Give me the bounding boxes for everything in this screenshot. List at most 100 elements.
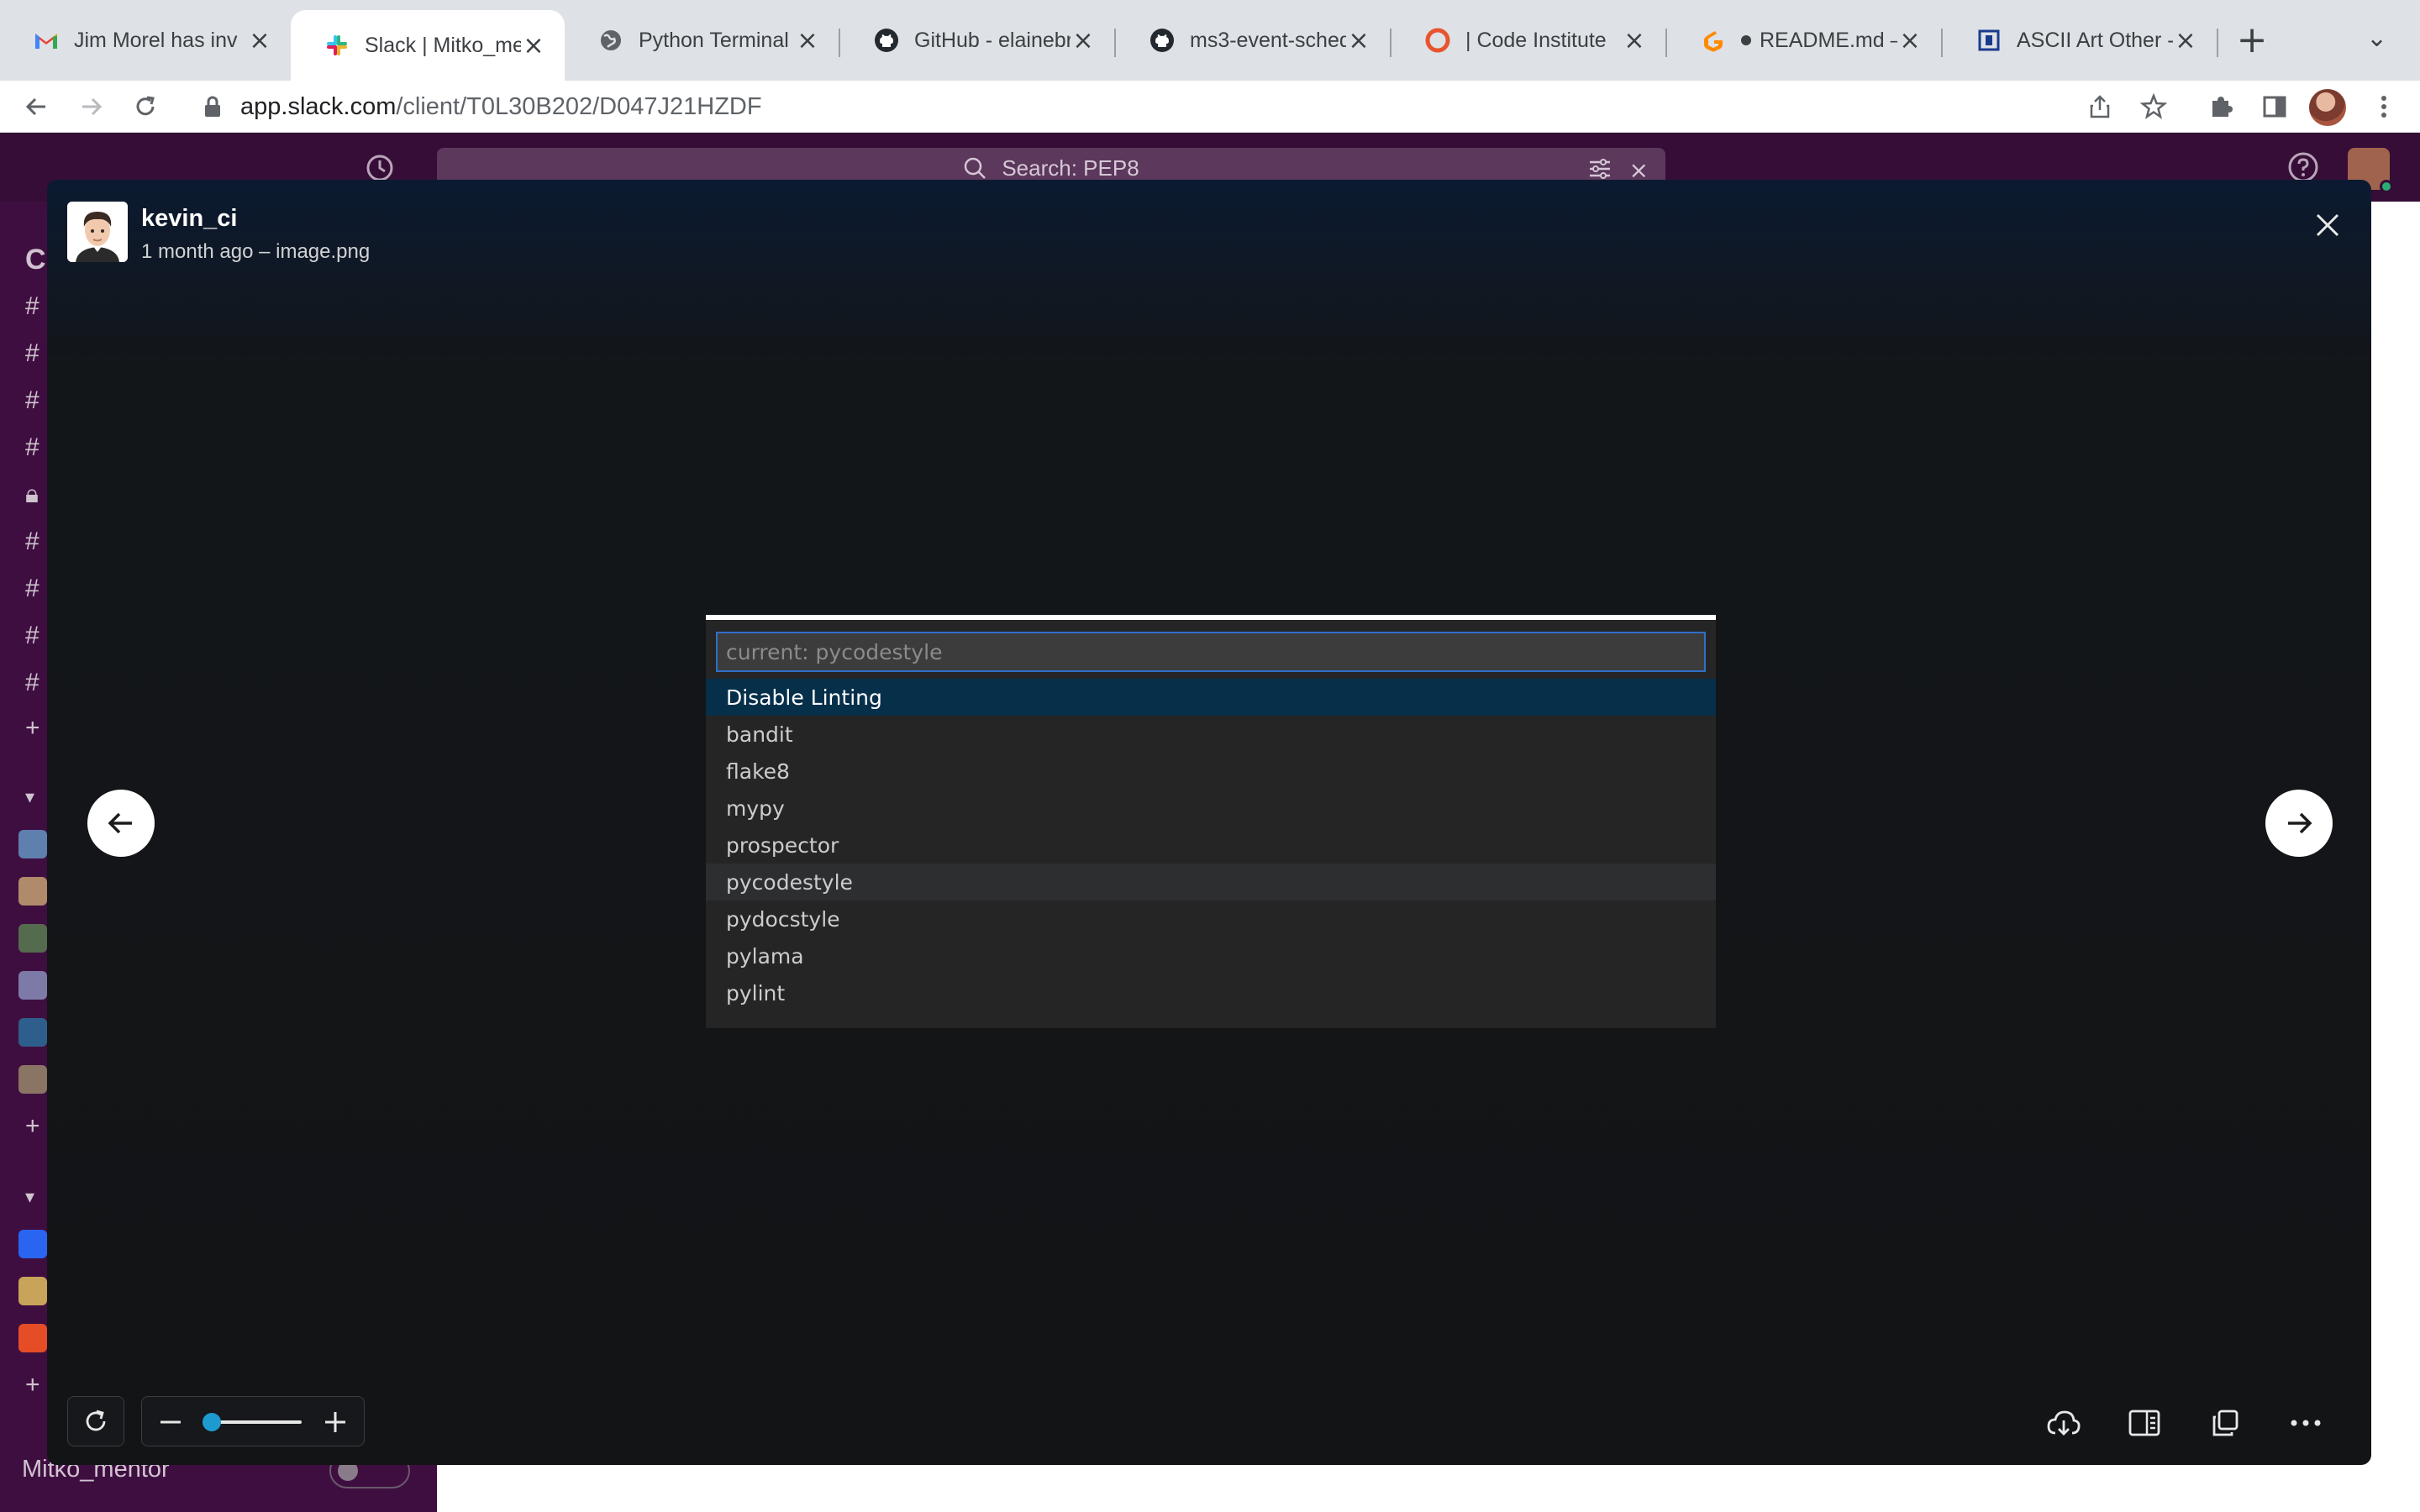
close-icon[interactable]: × [247,26,272,55]
app-avatar[interactable] [18,1324,47,1352]
collapse-caret-icon[interactable]: ▾ [25,1186,34,1208]
bookmark-button[interactable] [2134,87,2173,126]
list-item: prospector [726,832,839,858]
close-icon[interactable]: × [1071,26,1096,55]
tab-title: ASCII Art Other - [2017,28,2173,52]
ascii-site-icon [1976,28,2002,53]
puzzle-icon [2212,97,2233,117]
dm-avatar[interactable] [18,830,47,858]
collapse-caret-icon[interactable]: ▾ [25,786,34,808]
close-icon[interactable]: × [2173,26,2198,55]
workspace-initial: C [25,244,46,276]
channel-hash-icon[interactable]: # [25,528,39,556]
presence-indicator [2380,180,2393,193]
zoom-slider-handle[interactable] [203,1413,222,1431]
tab-title: Python Terminal b [639,28,795,52]
globe-icon [598,28,623,53]
browser-tab-strip: Jim Morel has inv × Slack | Mitko_me × P… [0,0,2420,81]
tab-divider [2217,29,2218,57]
open-in-sidebar-button[interactable] [2123,1401,2166,1445]
reload-button[interactable] [126,87,165,126]
arrow-left-icon [108,812,132,834]
close-icon[interactable]: × [1346,26,1371,55]
back-button[interactable] [17,87,55,126]
url-text: app.slack.com/client/T0L30B202/D047J21HZ… [240,93,762,121]
github-icon [874,28,899,53]
close-viewer-button[interactable] [2307,205,2348,245]
copy-icon [2212,1410,2238,1436]
reload-icon [136,96,155,116]
browser-toolbar: app.slack.com/client/T0L30B202/D047J21HZ… [0,81,2420,133]
tab-title: GitHub - elainebr [914,28,1071,52]
channel-hash-icon[interactable]: # [25,622,39,650]
profile-avatar[interactable] [2309,89,2346,126]
tab-code-institute[interactable]: | Code Institute × [1392,12,1665,69]
tab-slack[interactable]: Slack | Mitko_me × [291,10,565,81]
app-avatar[interactable] [18,1277,47,1305]
lock-icon [205,96,220,117]
lock-icon[interactable]: 🔒︎ [25,480,39,509]
previous-image-button[interactable] [87,790,155,857]
kebab-menu-icon [2381,96,2386,118]
dm-avatar[interactable] [18,1065,47,1094]
close-icon[interactable]: × [1897,26,1923,55]
channel-hash-icon[interactable]: # [25,669,39,697]
download-button[interactable] [2042,1401,2086,1445]
tab-gmail[interactable]: Jim Morel has inv × [0,12,291,69]
add-channel-icon[interactable]: + [25,714,40,743]
dm-avatar[interactable] [18,971,47,1000]
share-icon [2090,95,2110,118]
share-button[interactable] [2081,87,2119,126]
quick-pick-input: current: pycodestyle [716,632,1706,672]
dm-avatar[interactable] [18,877,47,906]
tab-ascii-art[interactable]: ASCII Art Other - × [1943,12,2217,69]
split-view-icon [2128,1410,2160,1436]
tab-readme[interactable]: README.md — × [1667,12,1941,69]
shared-image: current: pycodestyle Disable Linting ban… [706,615,1716,1028]
tab-title: ms3-event-sched [1190,28,1346,52]
channel-hash-icon[interactable]: # [25,575,39,603]
github-icon [1150,28,1175,53]
code-institute-icon [1425,28,1450,53]
side-panel-button[interactable] [2255,87,2294,126]
close-icon[interactable]: × [795,26,820,55]
dm-avatar[interactable] [18,1018,47,1047]
add-dm-icon[interactable]: + [25,1112,40,1141]
app-avatar[interactable] [18,1230,47,1258]
arrow-right-icon [2288,812,2312,834]
more-actions-button[interactable] [2284,1401,2328,1445]
search-icon [965,157,986,179]
cloud-download-icon [2047,1410,2081,1436]
address-bar[interactable]: app.slack.com/client/T0L30B202/D047J21HZ… [178,86,1859,128]
tab-github-2[interactable]: ms3-event-sched × [1116,12,1390,69]
copy-link-button[interactable] [2203,1401,2247,1445]
extensions-button[interactable] [2202,87,2240,126]
uploader-name[interactable]: kevin_ci [141,205,237,233]
arrow-left-icon [25,97,45,116]
channel-hash-icon[interactable]: # [25,386,39,415]
tab-title: Slack | Mitko_me [365,33,521,57]
tab-github-1[interactable]: GitHub - elainebr × [840,12,1114,69]
zoom-in-icon[interactable] [324,1410,347,1434]
dm-avatar[interactable] [18,924,47,953]
arrow-right-icon [82,97,103,116]
forward-button[interactable] [72,87,111,126]
new-tab-button[interactable]: + [2233,18,2270,61]
browser-menu-button[interactable] [2365,87,2403,126]
tab-search-chevron-icon[interactable]: ⌄ [2366,24,2387,53]
add-app-icon[interactable]: + [25,1371,40,1399]
next-image-button[interactable] [2265,790,2333,857]
zoom-out-icon[interactable] [159,1410,182,1434]
channel-hash-icon[interactable]: # [25,339,39,368]
tab-python-terminal[interactable]: Python Terminal b × [565,12,839,69]
close-icon[interactable]: × [521,31,546,60]
reset-zoom-button[interactable] [67,1396,124,1446]
channel-hash-icon[interactable]: # [25,433,39,462]
list-item: flake8 [726,759,790,784]
star-icon [2140,93,2167,119]
close-icon[interactable]: × [1622,26,1647,55]
slack-icon [324,33,350,58]
uploader-avatar [67,202,128,262]
channel-hash-icon[interactable]: # [25,292,39,321]
quick-pick-list: Disable Linting bandit flake8 mypy prosp… [706,679,1716,1011]
